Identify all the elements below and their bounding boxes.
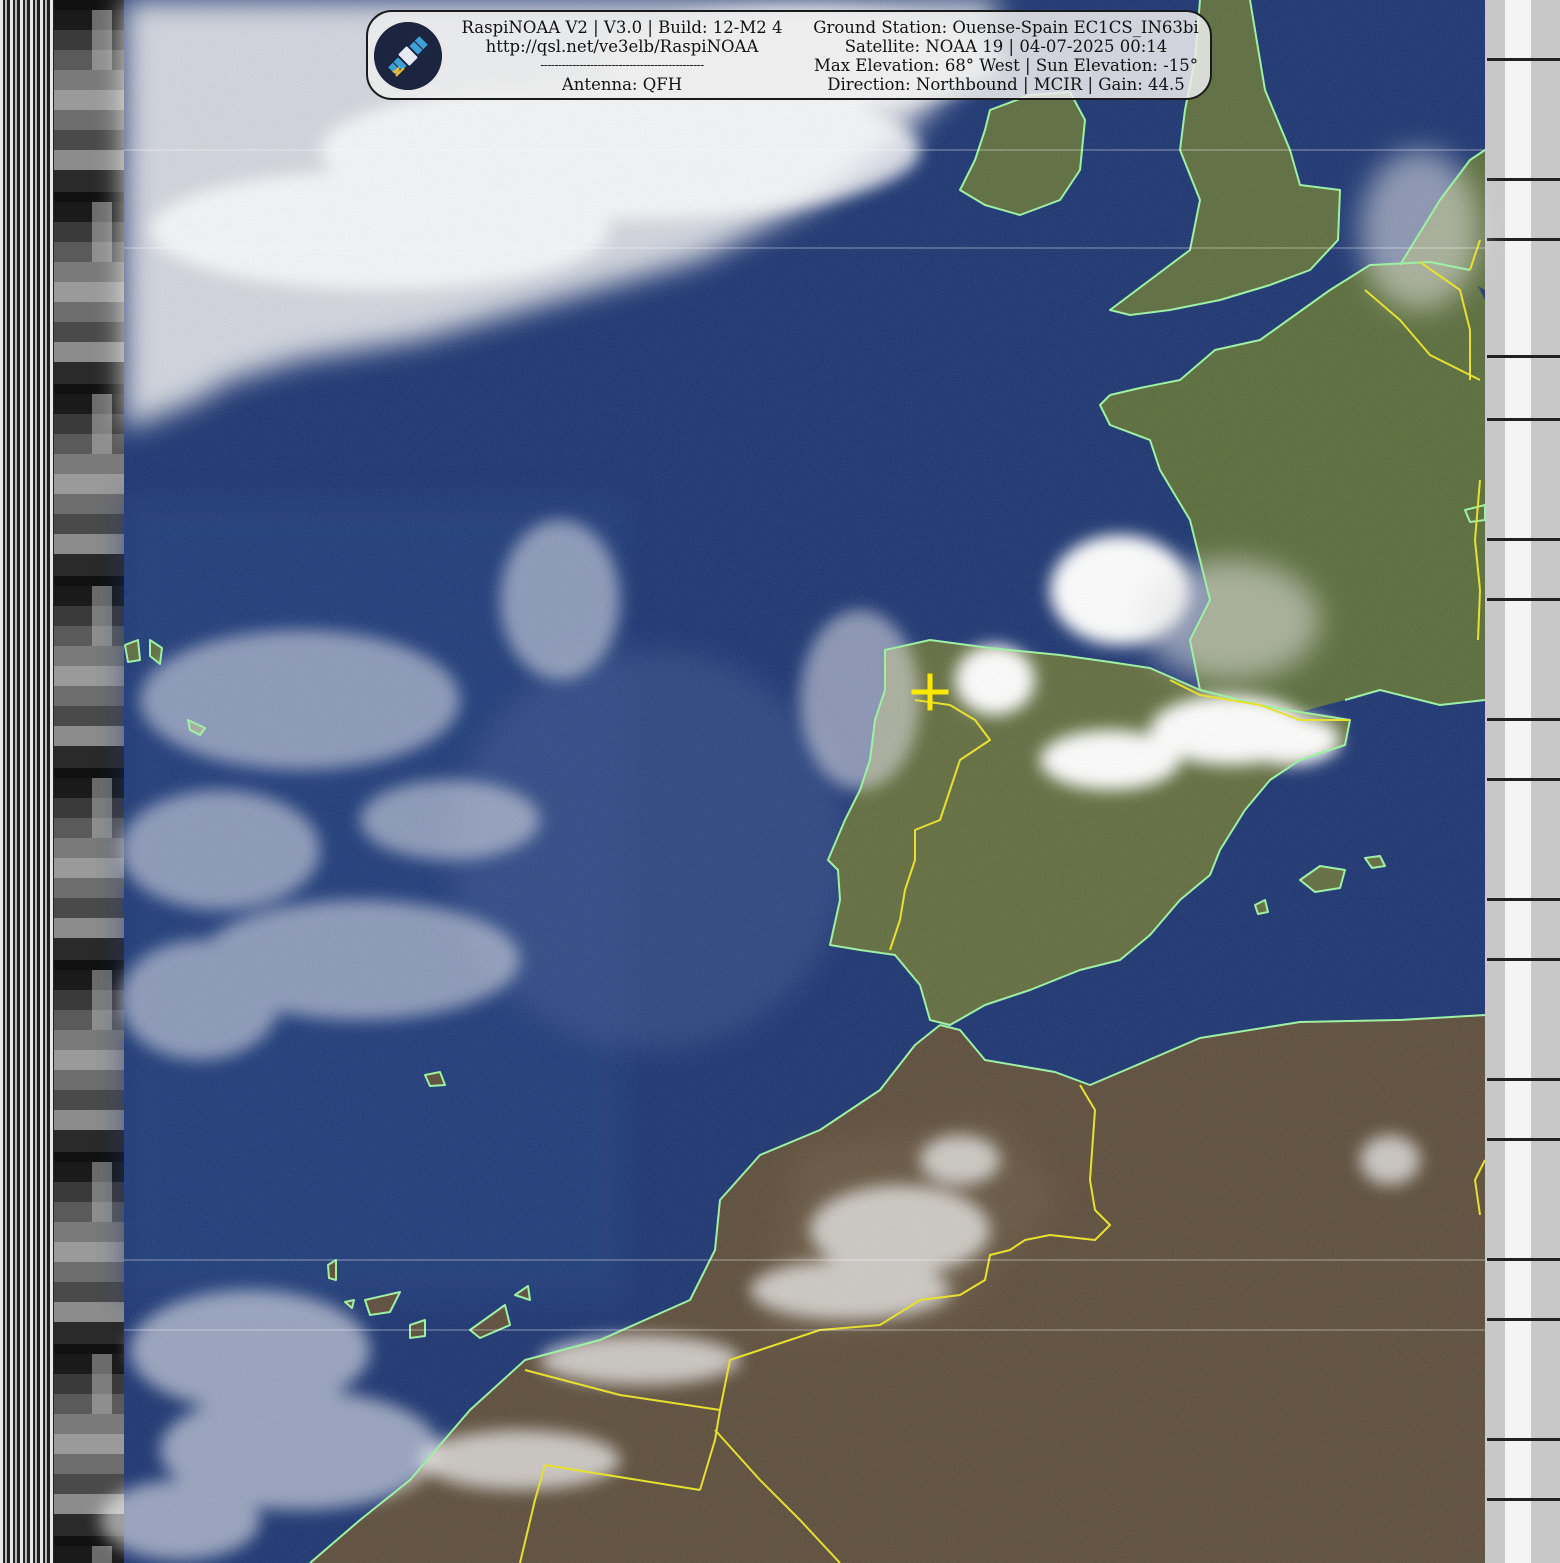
- antenna-line: Antenna: QFH: [561, 75, 683, 94]
- raspinoaa-logo: [374, 22, 442, 90]
- direction-line: Direction: Northbound | MCIR | Gain: 44.…: [827, 75, 1185, 94]
- ground-station-line: Ground Station: Ouense-Spain EC1CS_IN63b…: [813, 18, 1199, 37]
- elevation-line: Max Elevation: 68° West | Sun Elevation:…: [814, 56, 1198, 75]
- project-url: http://qsl.net/ve3elb/RaspiNOAA: [485, 37, 759, 56]
- satellite-icon: [374, 22, 442, 90]
- divider-line: ----------------------------------------…: [540, 58, 704, 72]
- mcir-satellite-image: [0, 0, 1560, 1563]
- satellite-line: Satellite: NOAA 19 | 04-07-2025 00:14: [844, 37, 1168, 56]
- software-info: RaspiNOAA V2 | V3.0 | Build: 12-M2 4 htt…: [460, 18, 784, 94]
- pass-details: Ground Station: Ouense-Spain EC1CS_IN63b…: [808, 18, 1204, 94]
- pass-info-overlay: RaspiNOAA V2 | V3.0 | Build: 12-M2 4 htt…: [366, 10, 1212, 100]
- satellite-image-frame: RaspiNOAA V2 | V3.0 | Build: 12-M2 4 htt…: [0, 0, 1560, 1563]
- app-version-line: RaspiNOAA V2 | V3.0 | Build: 12-M2 4: [461, 18, 783, 37]
